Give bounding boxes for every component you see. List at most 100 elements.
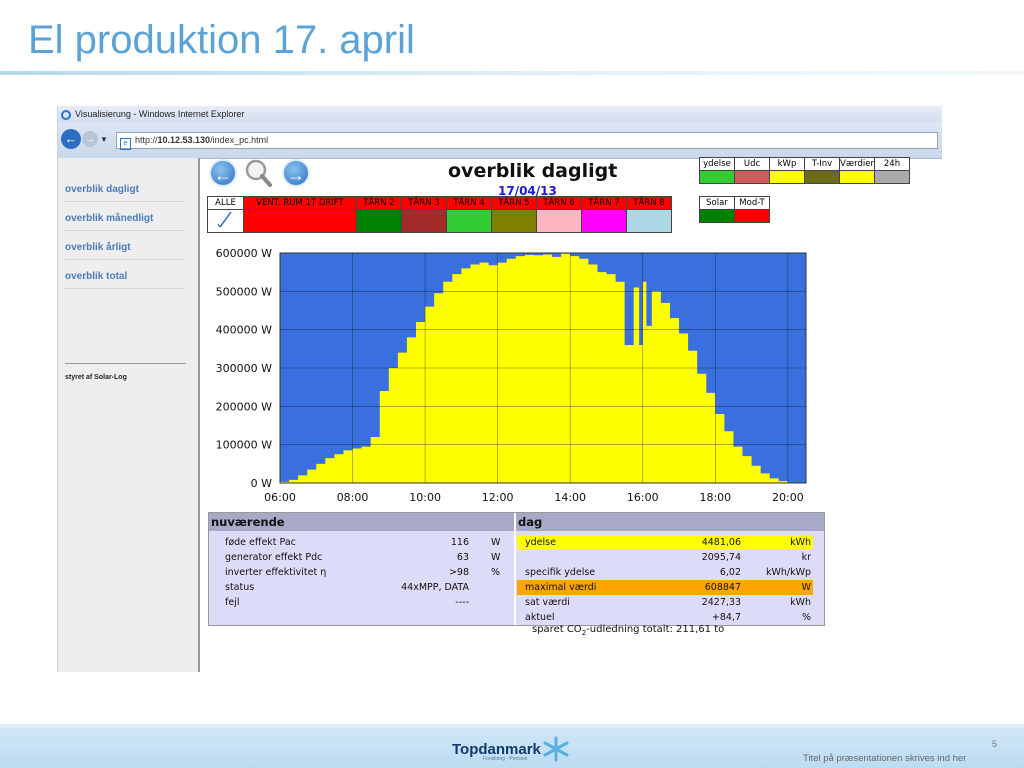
inverter-swatch-0[interactable] — [207, 209, 244, 233]
y-tick-label: 100000 W — [216, 439, 272, 452]
current-header: nuværende — [209, 513, 514, 531]
y-tick-label: 500000 W — [216, 285, 272, 298]
day-row-label: ydelse — [525, 537, 556, 548]
legend-label-4[interactable]: Værdier — [839, 157, 875, 171]
inverter-label-6[interactable]: TÅRN 6 — [536, 196, 582, 210]
inverter-label-8[interactable]: TÅRN 8 — [626, 196, 672, 210]
x-tick-label: 06:00 — [264, 491, 296, 504]
sidebar: overblik dagligt overblik månedligt over… — [58, 158, 200, 672]
legend-label-1[interactable]: Udc — [734, 157, 770, 171]
legend2-label-0[interactable]: Solar — [699, 196, 735, 210]
x-tick-label: 12:00 — [482, 491, 514, 504]
inverter-swatch-2[interactable] — [356, 209, 402, 233]
current-row: status 44xMPP, DATA — [209, 580, 509, 595]
day-row-unit: kWh/kWp — [765, 567, 811, 578]
current-row-unit: W — [491, 552, 501, 563]
x-tick-label: 18:00 — [699, 491, 731, 504]
forward-arrow-icon[interactable]: → — [82, 131, 98, 147]
inverter-label-3[interactable]: TÅRN 3 — [401, 196, 447, 210]
zoom-icon[interactable] — [244, 158, 272, 188]
sidebar-item-monthly[interactable]: overblik månedligt — [65, 213, 185, 231]
x-tick-label: 20:00 — [772, 491, 804, 504]
current-row-value: 63 — [456, 552, 469, 563]
current-row-value: >98 — [448, 567, 469, 578]
stats-divider — [514, 513, 516, 625]
day-row: ydelse 4481,06 kWh — [517, 535, 813, 550]
legend2-swatch-0[interactable] — [699, 209, 735, 223]
y-tick-label: 600000 W — [216, 247, 272, 260]
inverter-swatch-6[interactable] — [536, 209, 582, 233]
footer-note: Titel på præsentationen skrives ind her — [803, 753, 967, 764]
sidebar-item-yearly[interactable]: overblik årligt — [65, 242, 185, 260]
day-row-unit: kWh — [790, 597, 811, 608]
legend-swatch-3[interactable] — [804, 170, 840, 184]
current-row-unit: % — [491, 567, 501, 578]
address-bar[interactable]: e http://10.12.53.130/index_pc.html — [116, 132, 938, 150]
inverter-label-4[interactable]: TÅRN 4 — [446, 196, 492, 210]
y-tick-label: 200000 W — [216, 400, 272, 413]
legend-swatch-2[interactable] — [769, 170, 805, 184]
day-row-label: aktuel — [525, 612, 555, 623]
day-row-value: 2427,33 — [701, 597, 741, 608]
pen-icon — [217, 211, 232, 228]
current-row-label: generator effekt Pdc — [225, 552, 323, 563]
inverter-label-5[interactable]: TÅRN 5 — [491, 196, 537, 210]
legend-label-2[interactable]: kWp — [769, 157, 805, 171]
legend-label-0[interactable]: ydelse — [699, 157, 735, 171]
previous-day-button[interactable]: ← — [209, 159, 237, 187]
legend2-swatch-1[interactable] — [734, 209, 770, 223]
current-row: inverter effektivitet η >98% — [209, 565, 509, 580]
brand-tagline: Forsikring · Pension — [483, 756, 528, 762]
day-row-unit: kr — [801, 552, 811, 563]
inverter-label-1[interactable]: VENT. RUM 1T DRIFT — [243, 196, 357, 210]
sidebar-credit: styret af Solar-Log — [65, 374, 127, 381]
page-heading: overblik dagligt — [448, 160, 618, 182]
sidebar-item-total[interactable]: overblik total — [65, 271, 185, 289]
inverter-swatch-7[interactable] — [581, 209, 627, 233]
address-host: 10.12.53.130 — [157, 135, 211, 145]
co2-suffix: -udledning totalt: 211,61 to — [586, 624, 725, 635]
inverter-swatch-1[interactable] — [243, 209, 357, 233]
browser-toolbar: ← → ▼ e http://10.12.53.130/index_pc.html — [58, 122, 942, 159]
legend-swatch-0[interactable] — [699, 170, 735, 184]
inverter-swatch-5[interactable] — [491, 209, 537, 233]
legend2-label-1[interactable]: Mod-T — [734, 196, 770, 210]
current-row-label: inverter effektivitet η — [225, 567, 327, 578]
current-row: fejl ---- — [209, 595, 509, 610]
browser-titlebar: Visualisierung - Windows Internet Explor… — [58, 106, 942, 122]
legend-label-5[interactable]: 24h — [874, 157, 910, 171]
inverter-label-0[interactable]: ALLE — [207, 196, 244, 210]
current-row-value: 116 — [450, 537, 469, 548]
legend-swatch-1[interactable] — [734, 170, 770, 184]
production-chart: 600000 W 500000 W 400000 W 300000 W 200000 W… — [216, 247, 807, 504]
day-row: maximal værdi 608847 W — [517, 580, 813, 595]
day-row-value: 4481,06 — [701, 537, 741, 548]
page-icon: e — [120, 138, 131, 150]
back-arrow-icon[interactable]: ← — [61, 129, 81, 149]
inverter-label-2[interactable]: TÅRN 2 — [356, 196, 402, 210]
value-legend: ydelse Udc kWp T-Inv Værdier 24h — [699, 157, 910, 184]
next-day-button[interactable]: → — [282, 159, 310, 187]
ie-logo-icon — [61, 110, 71, 120]
sidebar-item-daily[interactable]: overblik dagligt — [65, 184, 185, 202]
inverter-swatch-3[interactable] — [401, 209, 447, 233]
y-tick-label: 400000 W — [216, 324, 272, 337]
current-row: generator effekt Pdc 63 W — [209, 550, 509, 565]
legend-swatch-4[interactable] — [839, 170, 875, 184]
co2-prefix: sparet CO — [532, 624, 582, 635]
inverter-label-7[interactable]: TÅRN 7 — [581, 196, 627, 210]
address-path: /index_pc.html — [210, 135, 269, 145]
current-row-label: føde effekt Pac — [225, 537, 296, 548]
day-row-value: +84,7 — [711, 612, 741, 623]
day-row: aktuel +84,7% — [517, 610, 813, 625]
inverter-swatch-8[interactable] — [626, 209, 672, 233]
legend-swatch-5[interactable] — [874, 170, 910, 184]
current-row-label: fejl — [225, 597, 240, 608]
current-row-unit: W — [491, 537, 501, 548]
day-row-label: sat værdi — [525, 597, 570, 608]
history-dropdown-icon[interactable]: ▼ — [100, 135, 108, 144]
window-title: Visualisierung - Windows Internet Explor… — [75, 109, 245, 119]
legend-label-3[interactable]: T-Inv — [804, 157, 840, 171]
inverter-swatch-4[interactable] — [446, 209, 492, 233]
day-row-value: 2095,74 — [701, 552, 741, 563]
